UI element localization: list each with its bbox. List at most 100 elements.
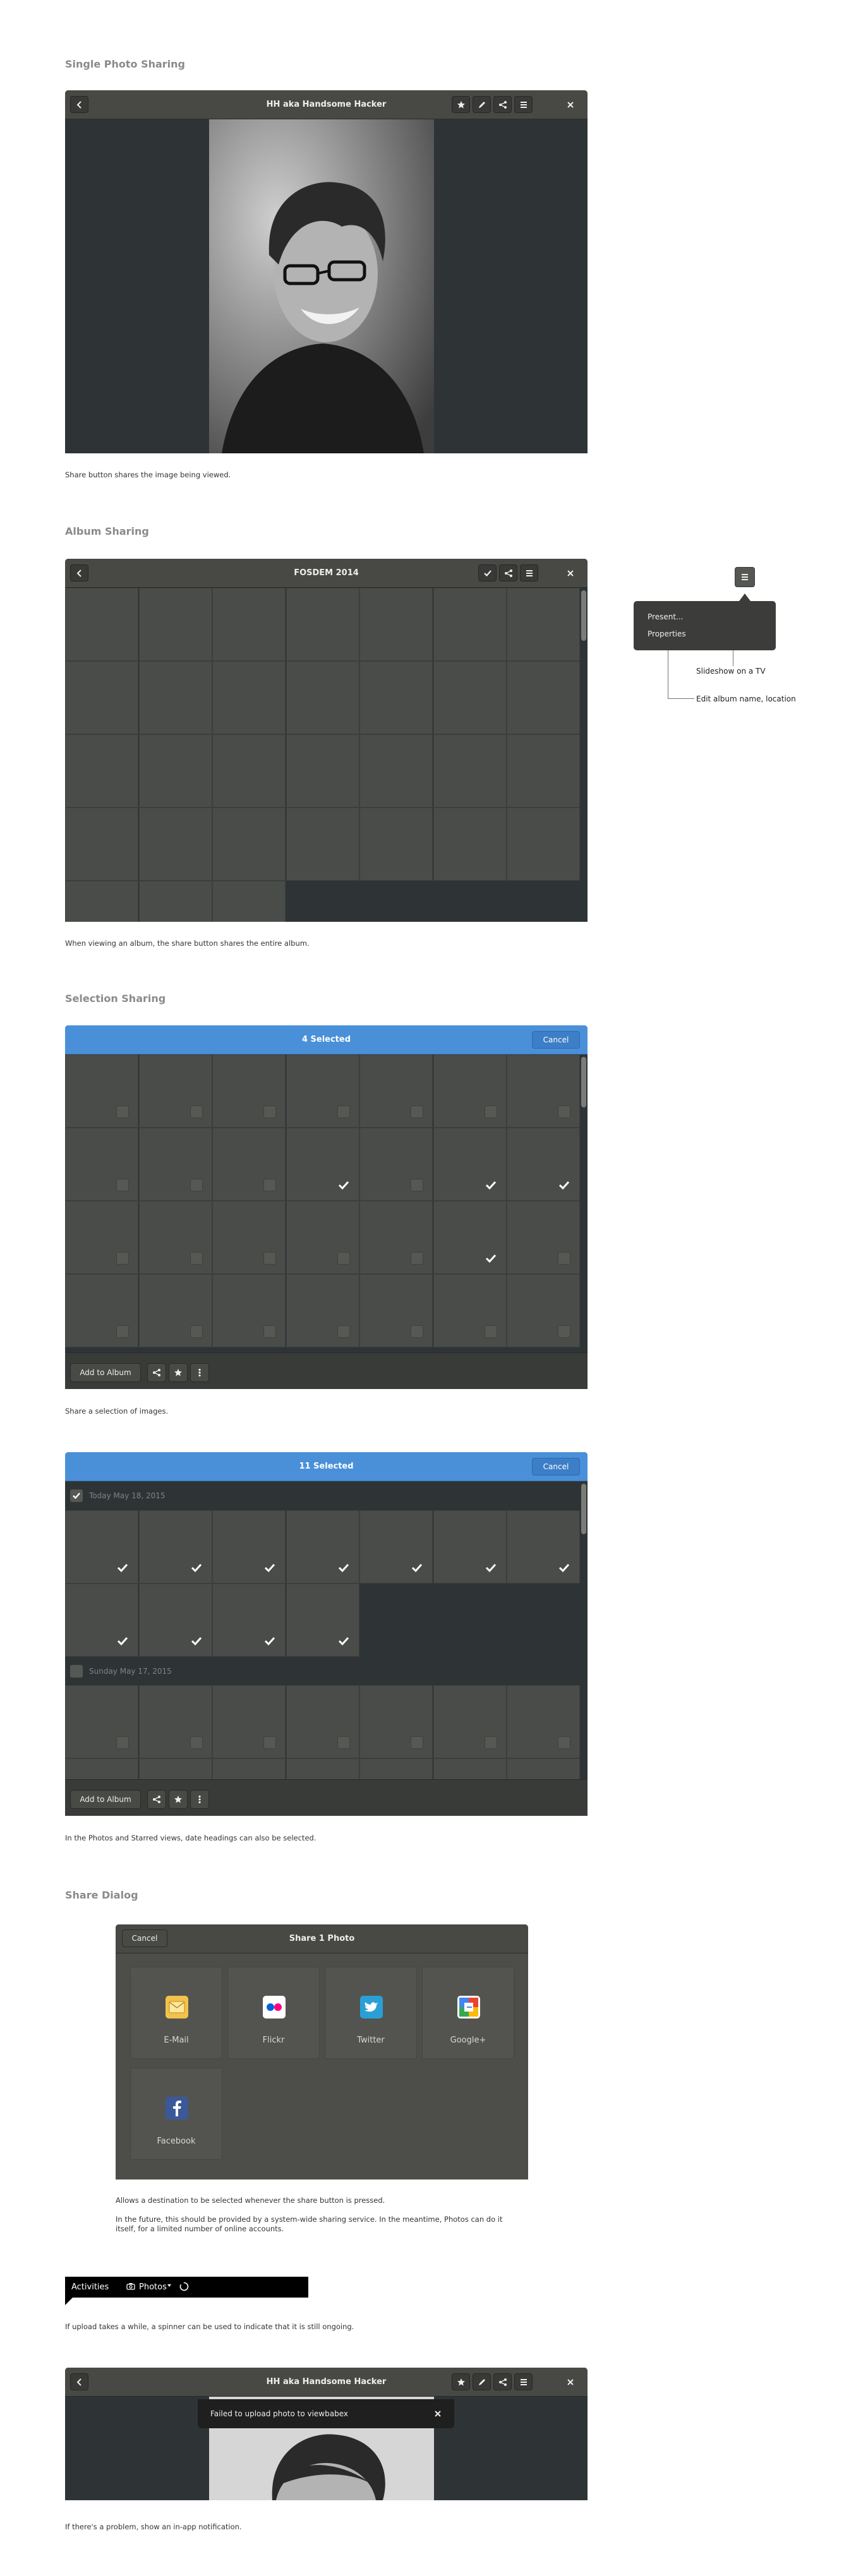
checkbox-checked[interactable] bbox=[411, 1561, 423, 1574]
photo-thumbnail[interactable] bbox=[507, 1510, 580, 1583]
checkbox[interactable] bbox=[558, 1252, 570, 1265]
photo-thumbnail[interactable] bbox=[433, 1054, 507, 1128]
checkbox-checked[interactable] bbox=[485, 1179, 497, 1191]
photo-thumbnail[interactable] bbox=[138, 1685, 212, 1758]
photo-thumbnail[interactable] bbox=[138, 734, 212, 808]
checkbox[interactable] bbox=[484, 1736, 497, 1749]
checkbox-checked[interactable] bbox=[190, 1635, 203, 1647]
checkbox[interactable] bbox=[263, 1179, 276, 1191]
checkbox[interactable] bbox=[190, 1736, 203, 1749]
photo-thumbnail[interactable] bbox=[65, 1128, 138, 1201]
share-option-google-plus[interactable]: Google+ bbox=[422, 1967, 514, 2059]
photo-thumbnail[interactable] bbox=[359, 1274, 433, 1347]
checkbox-checked[interactable] bbox=[558, 1561, 570, 1574]
photo-thumbnail[interactable] bbox=[65, 1583, 138, 1657]
checkbox-checked[interactable] bbox=[337, 1635, 350, 1647]
photo-thumbnail[interactable] bbox=[212, 1510, 286, 1583]
photo-thumbnail[interactable] bbox=[433, 1274, 507, 1347]
photo-thumbnail[interactable] bbox=[359, 661, 433, 734]
photo-thumbnail[interactable] bbox=[286, 1510, 359, 1583]
notification-close-button[interactable] bbox=[431, 2407, 444, 2420]
scrollbar[interactable] bbox=[581, 1484, 586, 1534]
menu-button-callout[interactable] bbox=[735, 567, 755, 587]
photo-thumbnail[interactable] bbox=[286, 588, 359, 661]
photo-thumbnail[interactable] bbox=[507, 1274, 580, 1347]
menu-button[interactable] bbox=[520, 564, 538, 581]
share-button[interactable] bbox=[147, 1363, 166, 1382]
checkbox[interactable] bbox=[411, 1325, 423, 1338]
photo-thumbnail[interactable] bbox=[138, 661, 212, 734]
photo-thumbnail[interactable] bbox=[507, 1054, 580, 1128]
checkbox[interactable] bbox=[190, 1252, 203, 1265]
photo-thumbnail[interactable] bbox=[433, 1510, 507, 1583]
photo-thumbnail[interactable] bbox=[507, 734, 580, 808]
photo-thumbnail[interactable] bbox=[433, 734, 507, 808]
photo-thumbnail[interactable] bbox=[212, 588, 286, 661]
checkbox-checked[interactable] bbox=[337, 1179, 350, 1191]
checkbox[interactable] bbox=[263, 1325, 276, 1338]
photo-thumbnail[interactable] bbox=[359, 588, 433, 661]
edit-button[interactable] bbox=[473, 96, 491, 113]
photo-thumbnail[interactable] bbox=[212, 734, 286, 808]
photo-thumbnail[interactable] bbox=[507, 588, 580, 661]
photo-thumbnail[interactable] bbox=[359, 1510, 433, 1583]
photo-thumbnail[interactable] bbox=[65, 1685, 138, 1758]
checkbox-checked[interactable] bbox=[485, 1252, 497, 1265]
menu-item-properties[interactable]: Properties bbox=[648, 629, 686, 638]
close-button[interactable] bbox=[562, 564, 579, 582]
photo-thumbnail[interactable] bbox=[286, 808, 359, 881]
menu-button[interactable] bbox=[514, 2373, 533, 2390]
photo-thumbnail[interactable] bbox=[433, 1685, 507, 1758]
photo-thumbnail[interactable] bbox=[65, 1274, 138, 1347]
photo-thumbnail[interactable] bbox=[138, 1510, 212, 1583]
photo-thumbnail[interactable] bbox=[65, 881, 138, 922]
photo-thumbnail[interactable] bbox=[433, 588, 507, 661]
photo-thumbnail[interactable] bbox=[286, 661, 359, 734]
photo-thumbnail[interactable] bbox=[65, 661, 138, 734]
photo-thumbnail[interactable] bbox=[286, 1128, 359, 1201]
checkbox[interactable] bbox=[116, 1179, 129, 1191]
photo-thumbnail[interactable] bbox=[507, 808, 580, 881]
scrollbar[interactable] bbox=[581, 1057, 586, 1107]
more-button[interactable] bbox=[190, 1790, 209, 1809]
photo-thumbnail[interactable] bbox=[507, 661, 580, 734]
checkbox[interactable] bbox=[484, 1106, 497, 1118]
checkbox[interactable] bbox=[558, 1106, 570, 1118]
star-button[interactable] bbox=[452, 96, 470, 113]
checkbox[interactable] bbox=[411, 1106, 423, 1118]
checkbox[interactable] bbox=[558, 1325, 570, 1338]
photo-thumbnail[interactable] bbox=[65, 734, 138, 808]
close-button[interactable] bbox=[562, 96, 579, 114]
share-button[interactable] bbox=[493, 96, 512, 113]
photo-thumbnail[interactable] bbox=[286, 1274, 359, 1347]
photo-thumbnail[interactable] bbox=[212, 1054, 286, 1128]
photo-thumbnail[interactable] bbox=[138, 881, 212, 922]
scrollbar[interactable] bbox=[581, 590, 586, 641]
photo-thumbnail[interactable] bbox=[138, 808, 212, 881]
cancel-button[interactable]: Cancel bbox=[532, 1031, 580, 1049]
activities-button[interactable]: Activities bbox=[71, 2282, 109, 2292]
photo-thumbnail[interactable] bbox=[138, 1054, 212, 1128]
photo-thumbnail[interactable] bbox=[286, 1685, 359, 1758]
checkbox[interactable] bbox=[337, 1252, 350, 1265]
photo-thumbnail[interactable] bbox=[65, 1054, 138, 1128]
photo-thumbnail[interactable] bbox=[286, 1201, 359, 1274]
date-heading-today[interactable]: Today May 18, 2015 bbox=[65, 1481, 580, 1510]
photo-thumbnail[interactable] bbox=[433, 1128, 507, 1201]
photo-thumbnail[interactable] bbox=[359, 808, 433, 881]
photo-thumbnail[interactable] bbox=[286, 1583, 359, 1657]
photo-thumbnail[interactable] bbox=[212, 881, 286, 922]
star-button[interactable] bbox=[169, 1363, 188, 1382]
photo-thumbnail[interactable] bbox=[65, 1201, 138, 1274]
checkbox[interactable] bbox=[190, 1325, 203, 1338]
star-button[interactable] bbox=[452, 2373, 470, 2390]
checkbox-checked[interactable] bbox=[558, 1179, 570, 1191]
share-option-facebook[interactable]: Facebook bbox=[130, 2068, 222, 2160]
photo-thumbnail[interactable] bbox=[65, 1510, 138, 1583]
photo-thumbnail[interactable] bbox=[433, 808, 507, 881]
checkbox[interactable] bbox=[337, 1736, 350, 1749]
checkbox[interactable] bbox=[411, 1179, 423, 1191]
photo-thumbnail[interactable] bbox=[359, 1201, 433, 1274]
menu-item-present[interactable]: Present... bbox=[648, 612, 683, 621]
checkbox[interactable] bbox=[116, 1252, 129, 1265]
